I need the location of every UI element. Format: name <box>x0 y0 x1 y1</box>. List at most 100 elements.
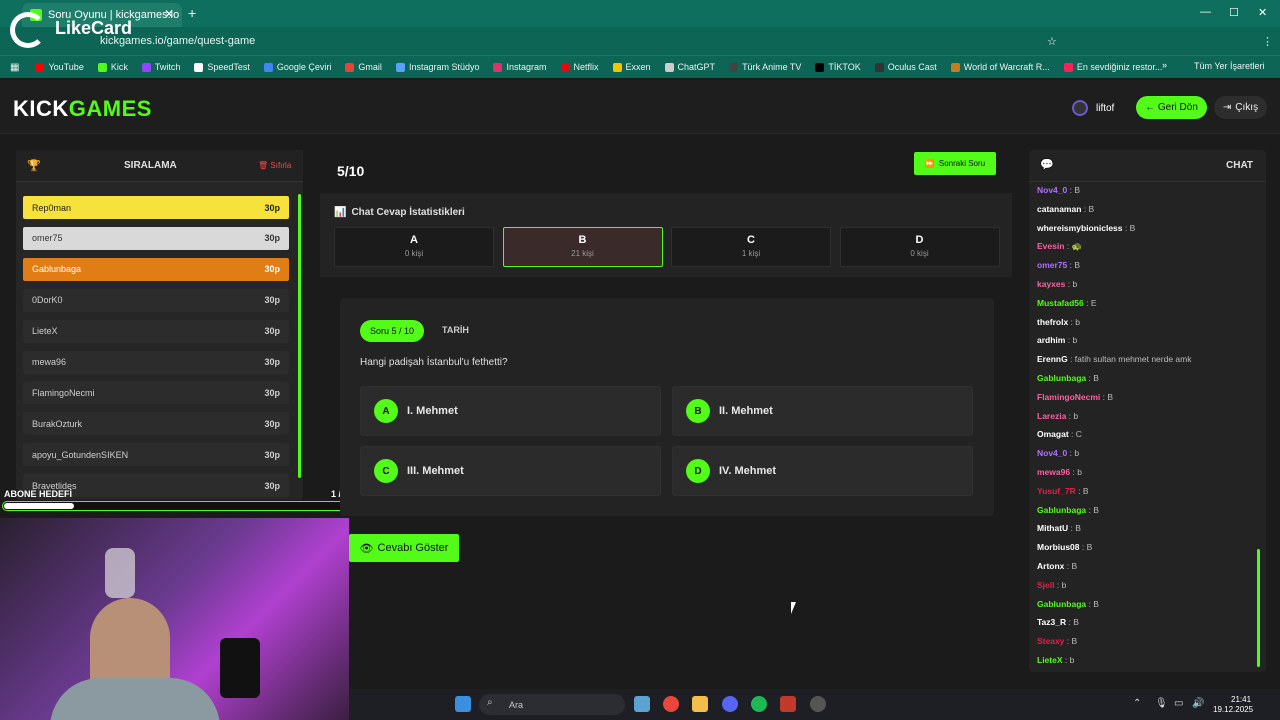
kickgames-logo[interactable]: KICKGAMES <box>13 96 152 122</box>
bookmark-favicon-icon <box>612 62 622 72</box>
bookmark-item[interactable]: Instagram Stüdyo <box>395 62 479 72</box>
bookmark-item[interactable]: Oculus Cast <box>874 62 937 72</box>
bookmark-item[interactable]: Instagram <box>493 62 547 72</box>
leaderboard-row: LieteX 30p <box>23 319 289 343</box>
bookmark-favicon-icon <box>493 62 503 72</box>
logout-button[interactable]: ⇥ Çıkış <box>1214 96 1267 119</box>
streamer-head <box>90 598 170 688</box>
bookmark-item[interactable]: En sevdiğiniz restor... <box>1063 62 1162 72</box>
chat-username[interactable]: Evesin <box>1037 241 1064 251</box>
player-points: 30p <box>264 295 280 306</box>
reset-leaderboard-button[interactable]: 🗑 Sıfırla <box>258 161 291 170</box>
task-view-icon[interactable] <box>634 696 650 712</box>
bookmark-item[interactable]: Google Çeviri <box>263 62 331 72</box>
bookmark-favicon-icon <box>263 62 273 72</box>
back-button[interactable]: ← Geri Dön <box>1136 96 1207 119</box>
chat-username[interactable]: Gablunbaga <box>1037 599 1086 609</box>
player-points: 30p <box>264 480 280 491</box>
chat-username[interactable]: Yusuf_7R <box>1037 486 1076 496</box>
discord-icon[interactable] <box>722 696 738 712</box>
chat-answer-stats-title: 📊 Chat Cevap İstatistikleri <box>334 207 465 218</box>
bookmark-item[interactable]: Gmail <box>345 62 382 72</box>
chat-username[interactable]: Morbius08 <box>1037 542 1080 552</box>
bookmark-star-icon[interactable]: ☆ <box>1047 35 1057 48</box>
next-question-button[interactable]: ⏩ Sonraki Soru <box>914 152 996 175</box>
bookmark-item[interactable]: Netflix <box>560 62 599 72</box>
chat-username[interactable]: mewa96 <box>1037 467 1070 477</box>
answer-option-c[interactable]: C III. Mehmet <box>360 446 661 496</box>
clock-time[interactable]: 21:41 <box>1231 695 1251 704</box>
chrome-icon[interactable] <box>663 696 679 712</box>
chat-text: b <box>1072 335 1078 346</box>
taskbar-search[interactable]: Ara <box>479 694 625 715</box>
chat-username[interactable]: ardhim <box>1037 335 1065 345</box>
close-tab-icon[interactable]: ✕ <box>164 7 174 21</box>
answer-option-d[interactable]: D IV. Mehmet <box>672 446 973 496</box>
chat-username[interactable]: Steaxy <box>1037 636 1064 646</box>
chat-username[interactable]: Nov4_0 <box>1037 448 1067 458</box>
chat-username[interactable]: Larezia <box>1037 411 1066 421</box>
chat-username[interactable]: Sjell <box>1037 580 1054 590</box>
file-explorer-icon[interactable] <box>692 696 708 712</box>
clock-date[interactable]: 19.12.2025 <box>1213 705 1253 714</box>
all-bookmarks-link[interactable]: Tüm Yer İşaretleri <box>1194 61 1265 71</box>
chat-username[interactable]: Taz3_R <box>1037 617 1066 627</box>
chat-username[interactable]: catanaman <box>1037 204 1081 214</box>
chat-username[interactable]: kayxes <box>1037 279 1065 289</box>
bookmark-item[interactable]: SpeedTest <box>194 62 250 72</box>
menu-icon[interactable]: ⋮ <box>1262 35 1273 48</box>
answer-option-a[interactable]: A I. Mehmet <box>360 386 661 436</box>
answer-option-b[interactable]: B II. Mehmet <box>672 386 973 436</box>
chat-username[interactable]: Gablunbaga <box>1037 505 1086 515</box>
stat-count: 0 kişi <box>404 249 424 258</box>
bookmark-item[interactable]: ChatGPT <box>664 62 715 72</box>
spotify-icon[interactable] <box>751 696 767 712</box>
close-window-icon[interactable]: ✕ <box>1258 6 1267 19</box>
chat-username[interactable]: Mustafad56 <box>1037 298 1084 308</box>
player-points: 30p <box>264 418 280 429</box>
chat-text: E <box>1090 297 1097 308</box>
chat-username[interactable]: thefrolx <box>1037 317 1068 327</box>
bookmark-favicon-icon <box>141 62 151 72</box>
leaderboard-scrollbar[interactable] <box>298 194 301 478</box>
chat-username[interactable]: LieteX <box>1037 655 1063 665</box>
bookmark-item[interactable]: Twitch <box>141 62 180 72</box>
chat-username[interactable]: omer75 <box>1037 260 1067 270</box>
chat-username[interactable]: ErennG <box>1037 354 1068 364</box>
chat-username[interactable]: Artonx <box>1037 561 1064 571</box>
player-points: 30p <box>264 357 280 367</box>
chat-username[interactable]: FlamingoNecmi <box>1037 392 1100 402</box>
chat-username[interactable]: Omagat <box>1037 429 1069 439</box>
bookmark-item[interactable]: YouTube <box>35 62 84 72</box>
show-answer-button[interactable]: 👁 Cevabı Göster <box>349 534 459 562</box>
chat-username[interactable]: Gablunbaga <box>1037 373 1086 383</box>
network-icon[interactable]: ▭ <box>1174 698 1183 709</box>
bookmark-item[interactable]: Kick <box>97 62 128 72</box>
bookmark-item[interactable]: World of Warcraft R... <box>950 62 1050 72</box>
new-tab-icon[interactable]: + <box>188 5 196 21</box>
volume-icon[interactable]: 🔊 <box>1192 698 1204 709</box>
tray-overflow-icon[interactable]: ⌃ <box>1133 698 1141 709</box>
obs-icon[interactable] <box>810 696 826 712</box>
option-key: C <box>374 459 398 483</box>
apps-grid-icon[interactable]: ▦ <box>10 62 19 73</box>
bookmarks-overflow-icon[interactable]: » <box>1162 60 1167 70</box>
bookmark-favicon-icon <box>874 62 884 72</box>
chat-username[interactable]: MithatU <box>1037 523 1068 533</box>
stats-title-text: Chat Cevap İstatistikleri <box>351 207 465 218</box>
bookmark-item[interactable]: Türk Anime TV <box>729 62 801 72</box>
streaming-app-icon[interactable] <box>780 696 796 712</box>
chat-message: mewa96 : b <box>1037 467 1082 477</box>
maximize-icon[interactable]: ☐ <box>1229 6 1239 19</box>
chat-username[interactable]: whereismybionicless <box>1037 223 1123 233</box>
microphone-icon[interactable]: 🎙 <box>1155 698 1168 709</box>
windows-start-icon[interactable] <box>455 696 471 712</box>
bookmark-item[interactable]: TİKTOK <box>815 62 861 72</box>
bookmark-item[interactable]: Exxen <box>612 62 651 72</box>
chat-username[interactable]: Nov4_0 <box>1037 185 1067 195</box>
minimize-icon[interactable]: — <box>1200 6 1211 18</box>
chat-message: kayxes : b <box>1037 279 1077 289</box>
chat-scrollbar[interactable] <box>1257 549 1260 667</box>
user-profile[interactable]: liftof <box>1072 98 1114 118</box>
chat-separator: : <box>1075 485 1083 496</box>
